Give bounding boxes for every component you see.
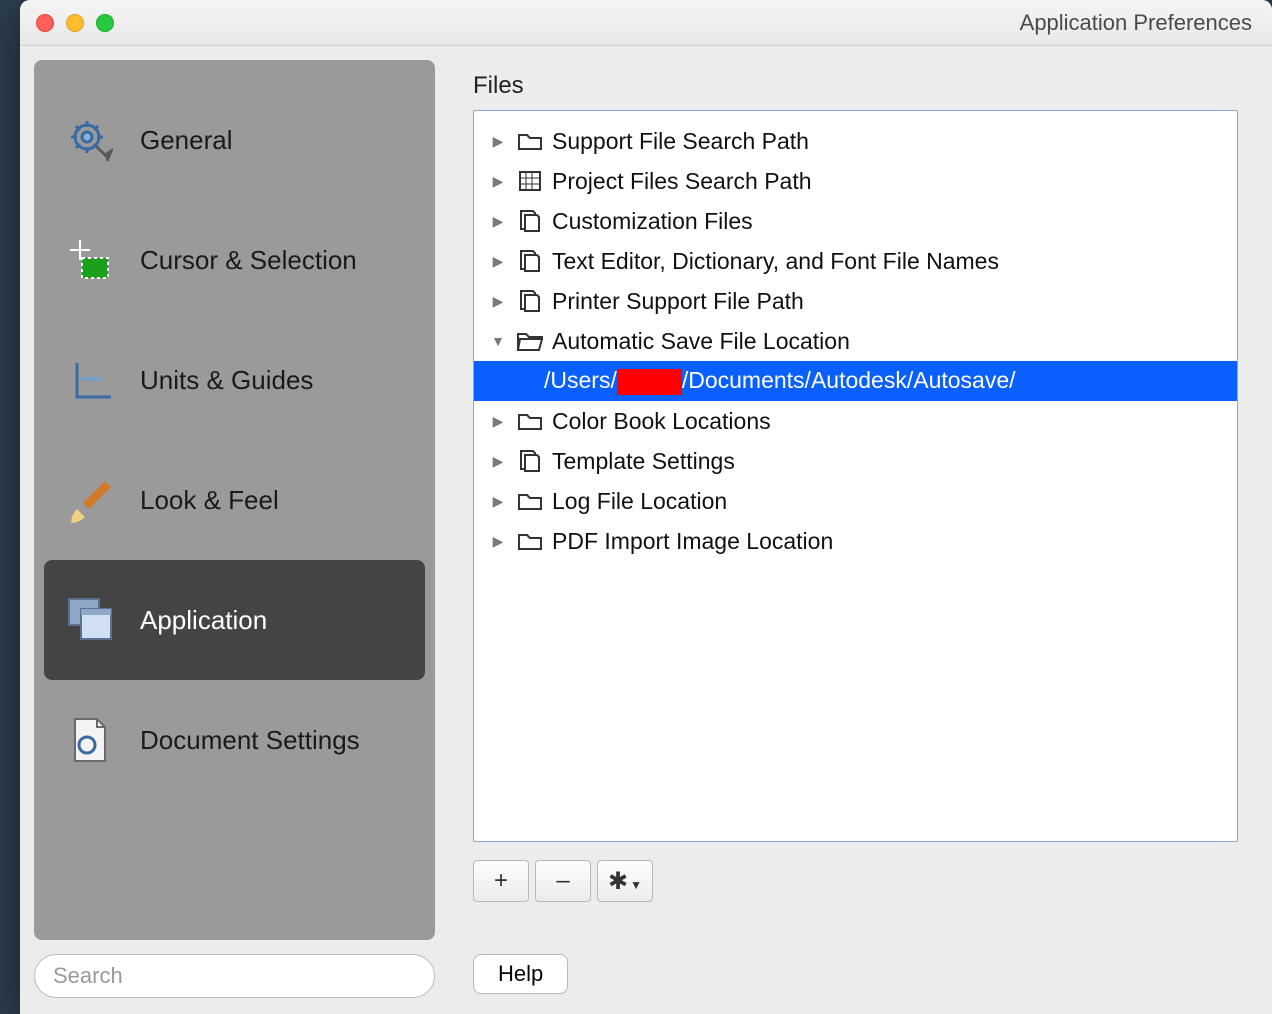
folder-open-icon bbox=[516, 329, 544, 353]
files-icon bbox=[516, 289, 544, 313]
sidebar-item-general[interactable]: General bbox=[44, 80, 425, 200]
tree-toolbar: + – ✱▼ bbox=[473, 860, 1238, 902]
tree-item-template-settings[interactable]: ▶ Template Settings bbox=[474, 441, 1237, 481]
tree-item-path: /Users//Documents/Autodesk/Autosave/ bbox=[544, 367, 1016, 395]
settings-menu-button[interactable]: ✱▼ bbox=[597, 860, 653, 902]
section-title: Files bbox=[473, 72, 1238, 100]
folder-icon bbox=[516, 529, 544, 553]
tree-item-text-editor-dictionary-fonts[interactable]: ▶ Text Editor, Dictionary, and Font File… bbox=[474, 241, 1237, 281]
sidebar-item-label: Look & Feel bbox=[140, 485, 279, 516]
plus-icon: + bbox=[494, 867, 508, 895]
windows-icon bbox=[64, 594, 116, 646]
tree-item-printer-support-file-path[interactable]: ▶ Printer Support File Path bbox=[474, 281, 1237, 321]
sidebar-item-label: Units & Guides bbox=[140, 365, 313, 396]
gear-icon bbox=[64, 114, 116, 166]
tree-item-label: Template Settings bbox=[552, 448, 735, 475]
tree-item-label: Customization Files bbox=[552, 208, 753, 235]
tree-item-label: Text Editor, Dictionary, and Font File N… bbox=[552, 248, 999, 275]
disclosure-right-icon[interactable]: ▶ bbox=[488, 531, 508, 551]
tree-item-support-file-search-path[interactable]: ▶ Support File Search Path bbox=[474, 121, 1237, 161]
sidebar-item-label: General bbox=[140, 125, 233, 156]
tree-item-label: Project Files Search Path bbox=[552, 168, 812, 195]
minus-icon: – bbox=[556, 867, 569, 895]
search-input[interactable] bbox=[34, 954, 435, 998]
sidebar-item-document-settings[interactable]: Document Settings bbox=[44, 680, 425, 800]
traffic-lights bbox=[36, 14, 114, 32]
tree-item-color-book-locations[interactable]: ▶ Color Book Locations bbox=[474, 401, 1237, 441]
folder-icon bbox=[516, 409, 544, 433]
crosshair-icon bbox=[64, 234, 116, 286]
category-sidebar: General Cursor & Selection Units & Guide… bbox=[34, 60, 435, 940]
tree-item-autosave-path[interactable]: /Users//Documents/Autodesk/Autosave/ bbox=[474, 361, 1237, 401]
zoom-window-button[interactable] bbox=[96, 14, 114, 32]
folder-grid-icon bbox=[516, 169, 544, 193]
disclosure-right-icon[interactable]: ▶ bbox=[488, 291, 508, 311]
tree-item-automatic-save-file-location[interactable]: ▼ Automatic Save File Location bbox=[474, 321, 1237, 361]
disclosure-right-icon[interactable]: ▶ bbox=[488, 211, 508, 231]
tree-item-pdf-import-image-location[interactable]: ▶ PDF Import Image Location bbox=[474, 521, 1237, 561]
titlebar: Application Preferences bbox=[20, 0, 1272, 46]
disclosure-right-icon[interactable]: ▶ bbox=[488, 251, 508, 271]
files-icon bbox=[516, 449, 544, 473]
tree-item-label: Log File Location bbox=[552, 488, 727, 515]
window-title: Application Preferences bbox=[1020, 10, 1252, 36]
folder-icon bbox=[516, 129, 544, 153]
tree-item-customization-files[interactable]: ▶ Customization Files bbox=[474, 201, 1237, 241]
tree-item-label: Color Book Locations bbox=[552, 408, 771, 435]
document-icon bbox=[64, 714, 116, 766]
disclosure-right-icon[interactable]: ▶ bbox=[488, 411, 508, 431]
tree-item-project-files-search-path[interactable]: ▶ Project Files Search Path bbox=[474, 161, 1237, 201]
sidebar-item-label: Application bbox=[140, 605, 267, 636]
tree-item-label: Printer Support File Path bbox=[552, 288, 804, 315]
disclosure-right-icon[interactable]: ▶ bbox=[488, 451, 508, 471]
disclosure-right-icon[interactable]: ▶ bbox=[488, 491, 508, 511]
tree-item-label: Support File Search Path bbox=[552, 128, 809, 155]
sidebar-item-units-guides[interactable]: Units & Guides bbox=[44, 320, 425, 440]
sidebar-item-application[interactable]: Application bbox=[44, 560, 425, 680]
disclosure-right-icon[interactable]: ▶ bbox=[488, 171, 508, 191]
sidebar-item-label: Cursor & Selection bbox=[140, 245, 357, 276]
files-icon bbox=[516, 249, 544, 273]
disclosure-right-icon[interactable]: ▶ bbox=[488, 131, 508, 151]
sidebar-item-label: Document Settings bbox=[140, 725, 360, 756]
preferences-window: Application Preferences General Cursor &… bbox=[20, 0, 1272, 1014]
add-button[interactable]: + bbox=[473, 860, 529, 902]
tree-item-label: PDF Import Image Location bbox=[552, 528, 833, 555]
brush-icon bbox=[64, 474, 116, 526]
sidebar-item-look-feel[interactable]: Look & Feel bbox=[44, 440, 425, 560]
tree-item-label: Automatic Save File Location bbox=[552, 328, 850, 355]
redacted-segment bbox=[617, 369, 682, 395]
remove-button[interactable]: – bbox=[535, 860, 591, 902]
files-icon bbox=[516, 209, 544, 233]
minimize-window-button[interactable] bbox=[66, 14, 84, 32]
folder-icon bbox=[516, 489, 544, 513]
axes-icon bbox=[64, 354, 116, 406]
help-button[interactable]: Help bbox=[473, 954, 568, 994]
close-window-button[interactable] bbox=[36, 14, 54, 32]
disclosure-down-icon[interactable]: ▼ bbox=[488, 331, 508, 351]
file-locations-tree[interactable]: ▶ Support File Search Path ▶ Project Fil… bbox=[473, 110, 1238, 842]
gear-icon: ✱ bbox=[608, 867, 628, 896]
sidebar-item-cursor-selection[interactable]: Cursor & Selection bbox=[44, 200, 425, 320]
tree-item-log-file-location[interactable]: ▶ Log File Location bbox=[474, 481, 1237, 521]
chevron-down-icon: ▼ bbox=[630, 878, 642, 892]
